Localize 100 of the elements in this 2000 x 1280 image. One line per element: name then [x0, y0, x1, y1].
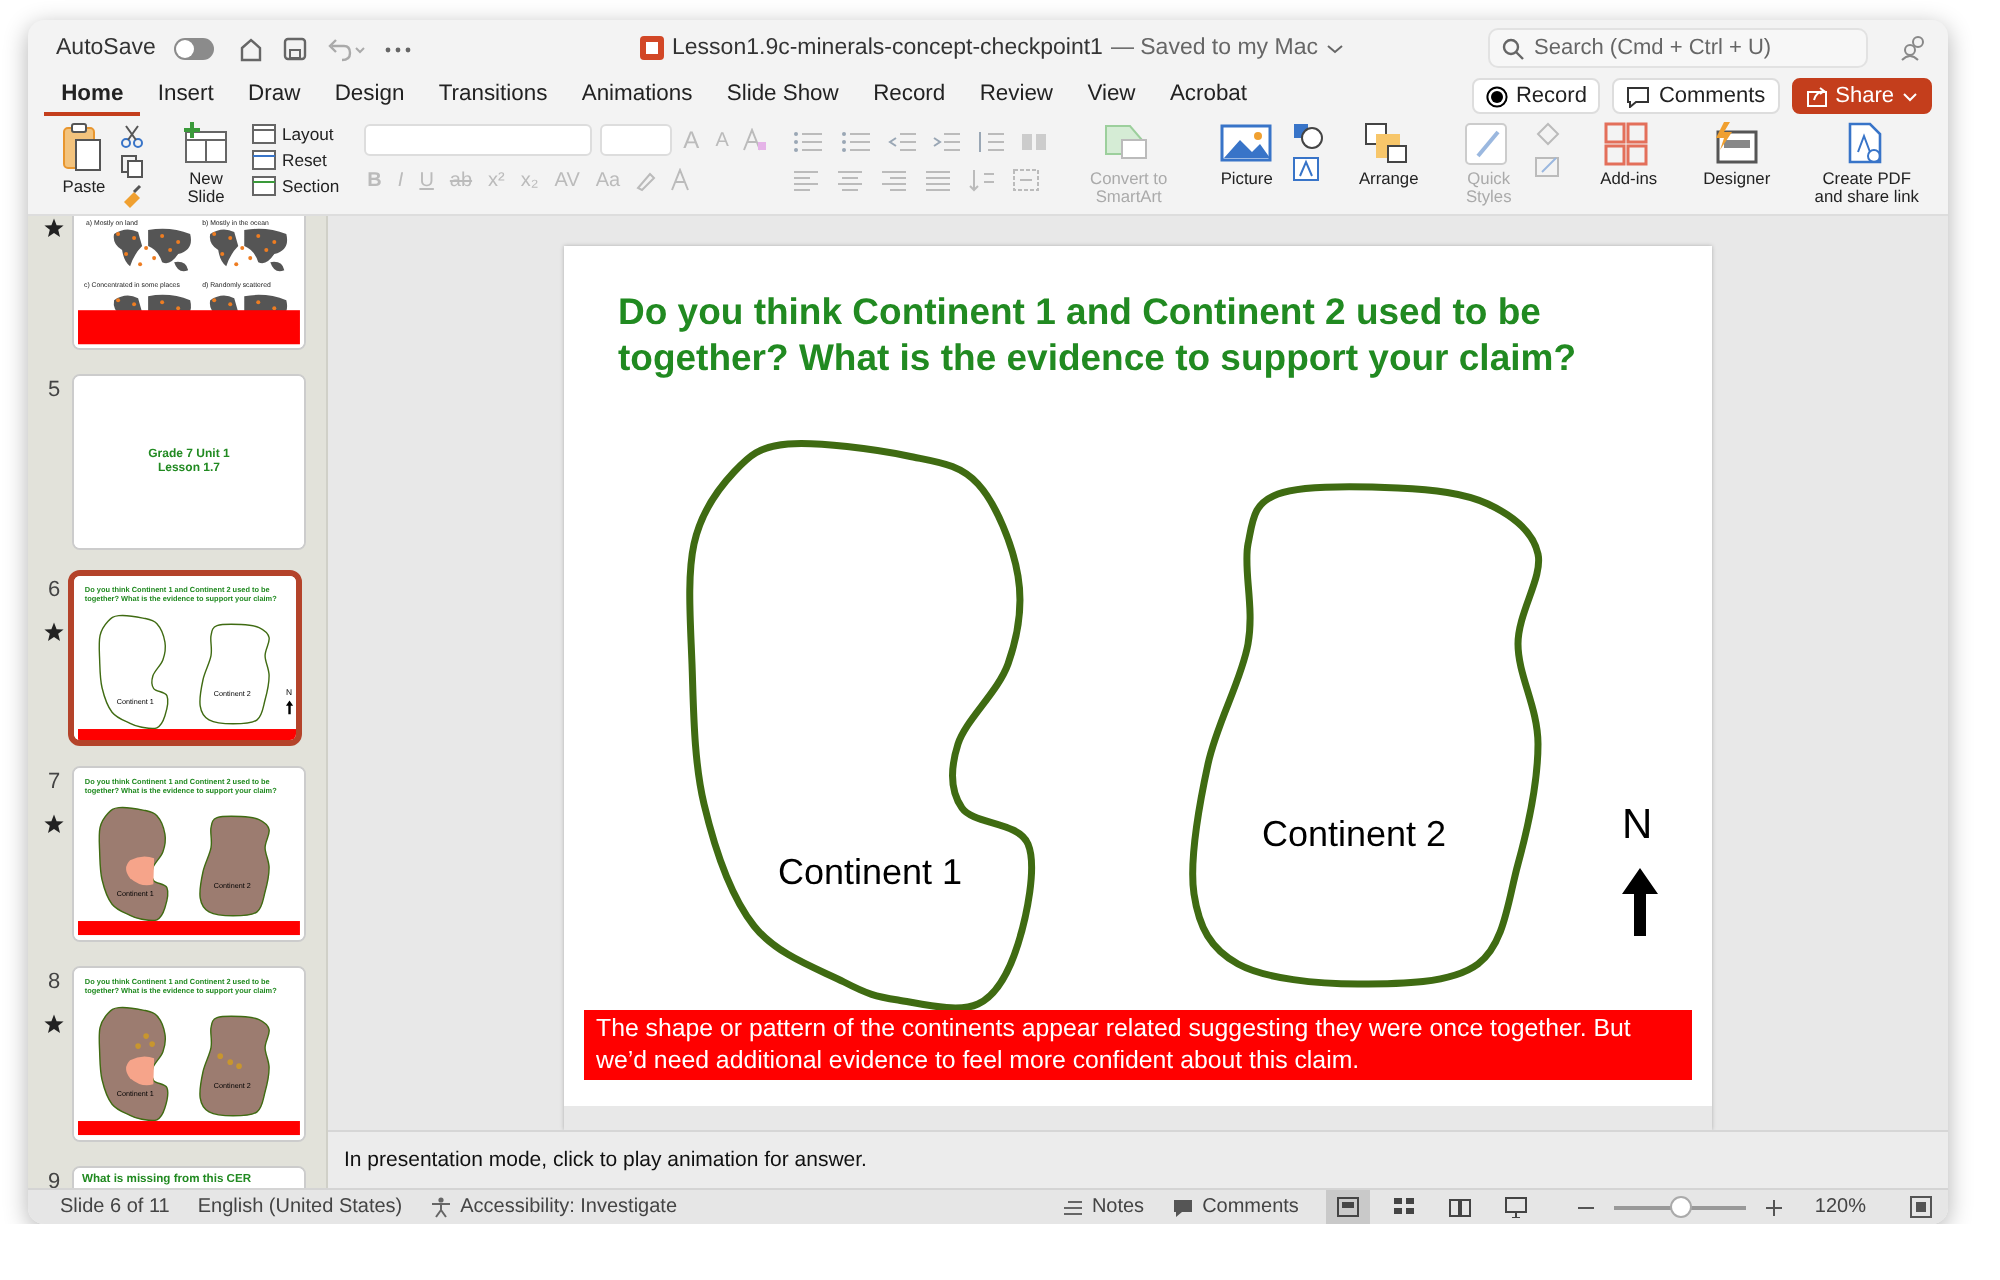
- slide-position: Slide 6 of 11: [60, 1196, 170, 1218]
- accessibility-icon: [430, 1196, 453, 1218]
- align-right-icon[interactable]: [880, 167, 909, 191]
- home-icon[interactable]: [237, 35, 264, 61]
- notes-button[interactable]: Notes: [1061, 1196, 1145, 1218]
- picture-button[interactable]: Picture: [1208, 120, 1285, 188]
- ribbon-tab[interactable]: Record: [855, 76, 963, 116]
- continent-outline: [199, 623, 270, 725]
- picture-icon: [1220, 120, 1273, 166]
- normal-view-icon: [1336, 1196, 1361, 1218]
- new-slide-icon: [180, 122, 232, 166]
- slide-sorter-icon: [1392, 1196, 1417, 1218]
- ribbon-tab[interactable]: Home: [44, 76, 141, 116]
- chevron-down-icon[interactable]: [1325, 39, 1344, 57]
- shape-fill-icon[interactable]: [1532, 122, 1565, 148]
- align-center-icon[interactable]: [836, 167, 865, 191]
- section-icon: [252, 176, 276, 196]
- speaker-notes: In presentation mode, click to play animation for answer.: [344, 1148, 867, 1172]
- align-text-icon[interactable]: [1012, 167, 1041, 191]
- continent-label: Continent 1: [778, 852, 963, 896]
- chevron-down-icon[interactable]: [1902, 88, 1918, 104]
- bullet-list-icon[interactable]: [792, 129, 825, 153]
- ribbon-tab[interactable]: Slide Show: [709, 76, 856, 116]
- create-pdf-button[interactable]: Create PDF and share link: [1804, 120, 1929, 206]
- reading-view-icon: [1448, 1196, 1473, 1218]
- share-button[interactable]: Share: [1791, 78, 1932, 114]
- ribbon-tab[interactable]: View: [1070, 76, 1153, 116]
- record-icon[interactable]: [1485, 85, 1508, 107]
- people-icon[interactable]: [1900, 34, 1928, 62]
- arrange-button[interactable]: Arrange: [1348, 120, 1429, 188]
- clear-format-icon[interactable]: [740, 128, 769, 152]
- save-icon[interactable]: [281, 35, 308, 61]
- zoom-in-icon[interactable]: [1766, 1199, 1783, 1215]
- slide-command[interactable]: Reset: [252, 150, 340, 170]
- text-direction-icon[interactable]: [968, 167, 997, 191]
- normal-view-button[interactable]: [1326, 1190, 1371, 1224]
- search-icon: [1502, 38, 1524, 60]
- slide-command[interactable]: Layout: [252, 124, 340, 144]
- new-slide-button[interactable]: New Slide: [168, 122, 244, 206]
- numbered-list-icon[interactable]: [840, 129, 873, 153]
- scissors-icon[interactable]: [120, 124, 144, 148]
- zoom-level: 120%: [1814, 1196, 1866, 1218]
- slide-number: 6: [47, 578, 61, 602]
- search-field[interactable]: Search (Cmd + Ctrl + U): [1488, 28, 1868, 68]
- ribbon-tab[interactable]: Draw: [230, 76, 318, 116]
- highlighter-icon[interactable]: [632, 168, 661, 192]
- paste-button[interactable]: Paste: [56, 122, 112, 196]
- slide-number: 5: [47, 378, 61, 402]
- ribbon-tab[interactable]: Animations: [564, 76, 710, 116]
- addins-button[interactable]: Add-ins: [1588, 120, 1669, 188]
- comments-button[interactable]: Comments: [1612, 78, 1780, 114]
- indent-icon[interactable]: [932, 129, 961, 153]
- ribbon-tab[interactable]: Insert: [140, 76, 231, 116]
- save-status: — Saved to my Mac: [1110, 36, 1318, 60]
- ribbon-tab[interactable]: Transitions: [421, 76, 565, 116]
- reset-icon: [252, 150, 276, 170]
- north-arrow-icon: [1622, 868, 1658, 936]
- fit-to-window-icon[interactable]: [1910, 1196, 1932, 1218]
- layout-icon: [252, 124, 276, 144]
- slide-number: 8: [47, 970, 61, 994]
- powerpoint-file-icon: [640, 36, 665, 60]
- shapes-icon[interactable]: [1292, 122, 1325, 150]
- font-size-field[interactable]: [599, 124, 672, 156]
- undo-icon[interactable]: [325, 35, 366, 61]
- ribbon-tab[interactable]: Review: [962, 76, 1071, 116]
- comment-icon[interactable]: [1626, 85, 1651, 107]
- line-spacing-icon[interactable]: [976, 129, 1005, 153]
- record-button[interactable]: Record: [1471, 78, 1601, 114]
- accessibility-button[interactable]: Accessibility: Investigate: [430, 1196, 678, 1218]
- continent-outline: [199, 1015, 270, 1117]
- slide-number: 7: [47, 770, 61, 794]
- rock-region-drawing: [126, 856, 155, 886]
- font-color-icon[interactable]: [668, 168, 693, 192]
- share-icon[interactable]: [1805, 85, 1828, 107]
- slide-caption: The shape or pattern of the continents appear related suggesting they were once together. But we’d need additional evidence to feel more confident about this claim.: [584, 1010, 1692, 1080]
- font-name-field[interactable]: [363, 124, 592, 156]
- shape-outline-icon[interactable]: [1532, 154, 1565, 180]
- slide-number: 9: [47, 1170, 61, 1188]
- ribbon-tab[interactable]: Acrobat: [1152, 76, 1265, 116]
- zoom-slider-thumb[interactable]: [1670, 1195, 1693, 1217]
- comment-icon: [1172, 1197, 1195, 1217]
- comments-button[interactable]: Comments: [1172, 1196, 1299, 1218]
- justify-icon[interactable]: [924, 167, 953, 191]
- ribbon-tab[interactable]: Design: [317, 76, 422, 116]
- document-title: Lesson1.9c-minerals-concept-checkpoint1: [672, 36, 1103, 60]
- slide-show-icon: [1504, 1196, 1529, 1218]
- slide-command[interactable]: Section: [252, 176, 340, 196]
- rock-region-drawing: [126, 1056, 155, 1086]
- designer-button[interactable]: Designer: [1692, 120, 1781, 188]
- outdent-icon[interactable]: [888, 129, 917, 153]
- autosave-label: AutoSave: [56, 36, 156, 60]
- format-painter-icon[interactable]: [120, 184, 144, 208]
- designer-icon: [1710, 120, 1763, 166]
- world-map-drawing: [113, 228, 191, 272]
- copy-icon[interactable]: [120, 154, 144, 178]
- autosave-toggle[interactable]: [173, 37, 214, 59]
- continent-label: Continent 2: [1262, 814, 1447, 858]
- align-left-icon[interactable]: [792, 167, 821, 191]
- continent-outline: [199, 815, 270, 917]
- text-box-icon[interactable]: [1292, 156, 1321, 182]
